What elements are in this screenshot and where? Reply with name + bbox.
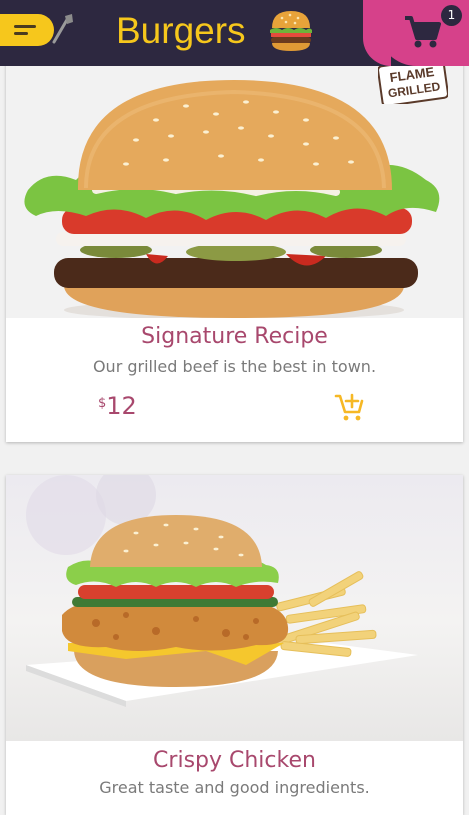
cart-count-badge: 1 (441, 5, 462, 26)
spatula-icon (52, 14, 73, 44)
product-name: Signature Recipe (141, 324, 328, 349)
flame-grilled-badge: FLAME GRILLED (378, 60, 448, 104)
burger-icon (270, 11, 312, 51)
top-bar: Burgers 1 (0, 0, 469, 66)
menu-icon (14, 25, 36, 28)
product-card[interactable]: Crispy Chicken Great taste and good ingr… (6, 475, 463, 815)
product-description: Great taste and good ingredients. (99, 778, 370, 797)
add-to-cart-icon[interactable] (334, 392, 364, 422)
product-card[interactable]: FLAME GRILLED Signature Recipe Our grill… (6, 40, 463, 442)
product-name: Crispy Chicken (153, 748, 316, 773)
cart-icon (405, 16, 441, 48)
product-price: $12 (98, 392, 137, 420)
product-description: Our grilled beef is the best in town. (92, 357, 377, 376)
currency-symbol: $ (98, 396, 107, 411)
product-image: FLAME GRILLED (6, 40, 463, 320)
price-amount: 12 (106, 392, 137, 420)
page-title: Burgers (116, 10, 246, 51)
chicken-burger-image (26, 475, 418, 707)
product-image (6, 475, 463, 741)
menu-button[interactable] (0, 14, 54, 46)
